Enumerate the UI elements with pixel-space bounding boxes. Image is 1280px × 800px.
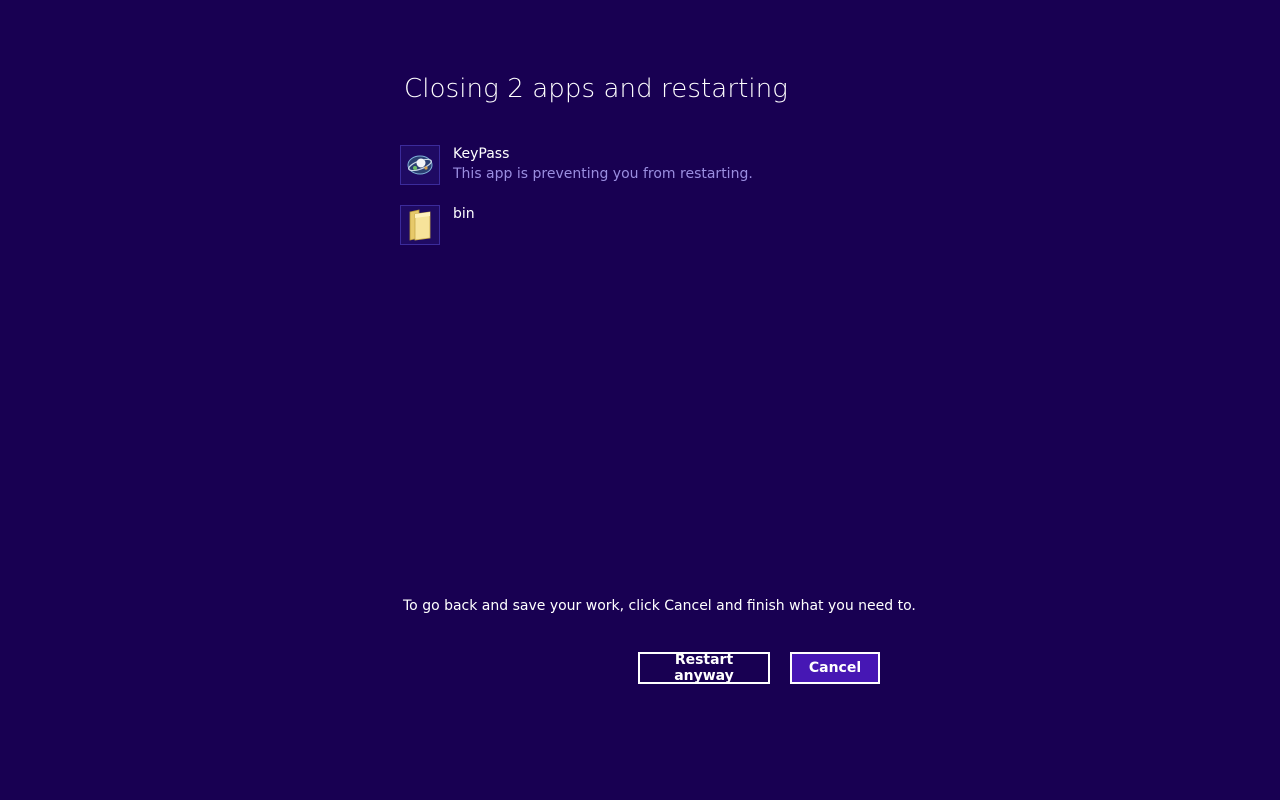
app-name: bin: [453, 206, 475, 222]
app-status: This app is preventing you from restarti…: [453, 166, 753, 182]
instruction-text: To go back and save your work, click Can…: [403, 598, 916, 614]
app-name: KeyPass: [453, 146, 510, 162]
keypass-icon: [400, 145, 440, 185]
restart-anyway-button[interactable]: Restart anyway: [638, 652, 770, 684]
folder-icon: [400, 205, 440, 245]
cancel-button[interactable]: Cancel: [790, 652, 880, 684]
app-list-item-bin: bin: [400, 205, 1000, 245]
page-title: Closing 2 apps and restarting: [404, 74, 789, 104]
app-list-item-keypass: KeyPass This app is preventing you from …: [400, 145, 1000, 185]
app-list: KeyPass This app is preventing you from …: [400, 145, 1000, 265]
